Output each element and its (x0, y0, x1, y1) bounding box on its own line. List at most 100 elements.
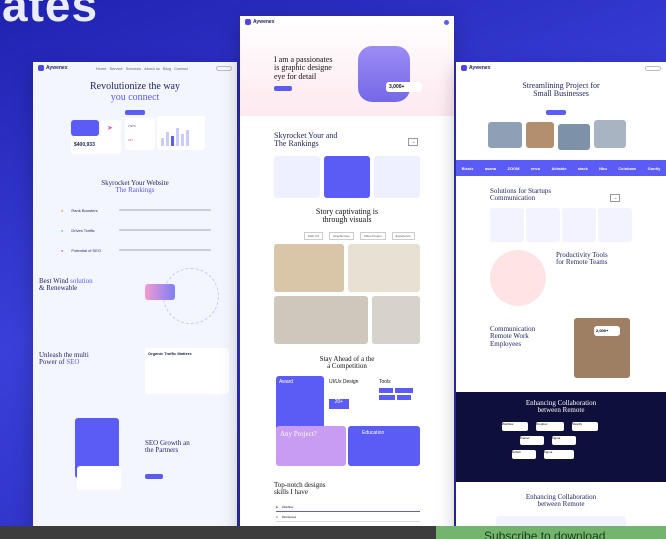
brand-logo: Airtable (551, 165, 567, 171)
nav-cta-button[interactable] (216, 65, 232, 71)
team-photo (594, 120, 626, 148)
solutions-title: Solutions for Startups Communication (490, 187, 552, 203)
story-tabs: Web UX Graphic Dev Video Project Experie… (304, 232, 415, 240)
gallery-image (274, 296, 368, 344)
right-logo[interactable]: Aywenex (461, 65, 491, 71)
app-chip: Figma (552, 436, 576, 445)
award-card: Award (276, 376, 324, 430)
team-photo (488, 122, 522, 148)
productivity-image (490, 250, 546, 306)
center-logo[interactable]: Aywenex (245, 19, 275, 25)
multi-title: Unleash the multi Power of SEO (39, 351, 89, 367)
left-feature-list: ● Rank Boosters ● Drives Traffic ● Potentia… (61, 200, 211, 260)
service-card-active (324, 156, 370, 198)
tool-chips (379, 388, 417, 400)
nav-link[interactable]: Service (109, 66, 122, 71)
any-project-card[interactable]: Any Project? (276, 426, 346, 466)
team-photo (526, 122, 554, 148)
wind-title: Best Wind solution & Renewable (39, 277, 93, 293)
center-nav: Aywenex (240, 16, 454, 28)
portrait-photo (358, 46, 410, 102)
right-hero-button[interactable] (546, 110, 566, 115)
feature-icon: ● (61, 247, 64, 253)
app-chip: Shopify (572, 422, 598, 431)
tools-card: Tools (376, 376, 420, 430)
solution-card (562, 208, 596, 242)
ahead-title: Stay Ahead of a the a Competition (319, 355, 375, 371)
center-page-preview: Aywenex I am a passionates is graphic de… (240, 16, 454, 532)
tab[interactable]: Web UX (304, 232, 324, 240)
organic-card: Organic Traffic Matters (145, 348, 229, 394)
collab-title-2: Enhancing Collaboration between Remote (525, 493, 597, 509)
nav-link[interactable]: Services (126, 66, 141, 71)
left-hero-title: Revolutionize the way you connect (90, 81, 180, 103)
gallery-image (274, 244, 344, 292)
skill-row: ● Wordpress (276, 512, 420, 522)
subscribe-download-button[interactable]: Subscribe to download (436, 526, 666, 539)
nav-link[interactable]: About us (144, 66, 160, 71)
left-page-preview: Aywenex Home Service Services About us B… (33, 62, 237, 532)
experience-badge: 3,000+ (386, 82, 422, 92)
tab[interactable]: Experience (391, 232, 415, 240)
app-chip: Dropbox (536, 422, 564, 431)
revenue-card: $400,933 (71, 136, 121, 154)
brand-logo: asana (484, 165, 497, 171)
mini-bars (161, 128, 189, 146)
skill-list: ■ Webflow ● Wordpress (276, 502, 420, 522)
education-card: Education (348, 426, 420, 466)
brand-logo: Coinbase (618, 165, 637, 171)
solution-card (598, 208, 632, 242)
left-hero-button[interactable] (125, 110, 145, 115)
tab[interactable]: Graphic Dev (329, 232, 354, 240)
brand-logo: slack (577, 165, 588, 171)
logo-icon (461, 65, 467, 71)
solution-card (526, 208, 560, 242)
solution-card (490, 208, 524, 242)
next-arrow-button[interactable]: → (610, 194, 620, 202)
feature-row: ● Potential of SEO (61, 240, 211, 260)
app-chip: Github (512, 450, 536, 459)
feature-icon: ● (61, 227, 64, 233)
hero-backdrop-text: ates (2, 0, 99, 31)
app-chip: Webflow (502, 422, 528, 431)
logo-strip: Bissix asana ZOOM envu Airtable slack Nb… (456, 160, 666, 176)
center-hero-button[interactable] (274, 86, 292, 91)
nav-menu-button[interactable] (444, 19, 449, 25)
feature-row: ● Rank Boosters (61, 200, 211, 220)
right-page-preview: Aywenex Streamlining Project for Small B… (456, 62, 666, 539)
nav-link[interactable]: Blog (163, 66, 171, 71)
left-rank-title: Skyrocket Your Website The Rankings (101, 179, 169, 195)
webflow-icon: ■ (276, 504, 278, 509)
gallery-image (348, 244, 420, 292)
nav-link[interactable]: Contact (174, 66, 188, 71)
nav-cta-button[interactable] (645, 65, 661, 71)
story-title: Story captivating is through visuals (315, 207, 379, 225)
center-rank-title: Skyrocket Your and The Rankings (274, 131, 338, 149)
brand-logo: envu (530, 165, 541, 171)
app-chip: Framer (520, 436, 544, 445)
wordpress-icon: ● (276, 514, 278, 519)
left-nav-links: Home Service Services About us Blog Cont… (96, 66, 188, 71)
growth-title: SEO Growth an the Partners (145, 439, 190, 455)
credit-card-image (145, 284, 175, 300)
next-arrow-button[interactable]: → (408, 138, 418, 146)
productivity-title: Productivity Tools for Remote Teams (556, 251, 608, 267)
growth-button[interactable] (145, 474, 163, 479)
nav-link[interactable]: Home (96, 66, 107, 71)
gallery-image (372, 296, 420, 344)
brand-logo: Nbu (599, 165, 607, 171)
tab[interactable]: Video Project (359, 232, 386, 240)
team-photo (558, 124, 590, 150)
feature-icon: ● (61, 207, 64, 213)
send-icon: ➤ (107, 125, 113, 132)
white-feature-card (77, 466, 121, 490)
arrow-right-icon: → (410, 139, 416, 145)
collab-title: Enhancing Collaboration between Remote (525, 399, 597, 415)
chart-card (157, 116, 205, 150)
feature-row: ● Drives Traffic (61, 220, 211, 240)
brand-logo: Bissix (461, 165, 474, 171)
brand-logo: ZOOM (507, 165, 520, 171)
left-logo[interactable]: Aywenex (38, 65, 68, 71)
skill-row: ■ Webflow (276, 502, 420, 512)
dark-collab-section: Enhancing Collaboration between Remote W… (456, 392, 666, 482)
